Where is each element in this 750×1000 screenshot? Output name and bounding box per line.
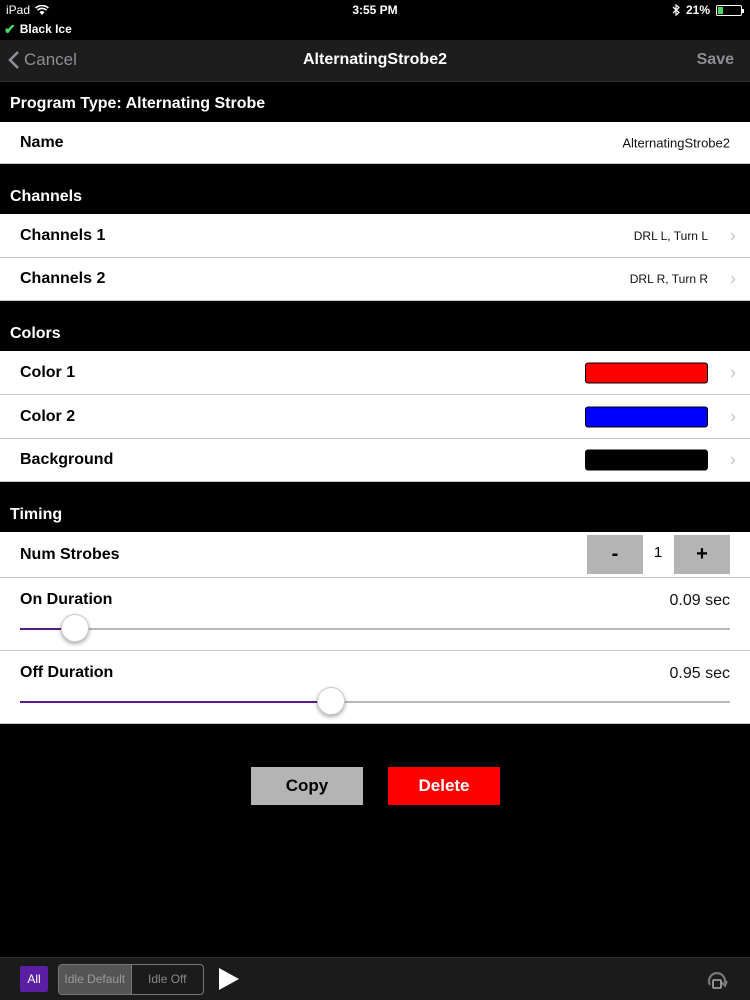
off-duration-label: Off Duration (20, 664, 114, 681)
color-2-swatch (585, 406, 708, 427)
channels-2-value: DRL R, Turn R (629, 272, 708, 286)
chevron-right-icon: › (730, 268, 736, 289)
copy-button[interactable]: Copy (251, 767, 363, 805)
page-title: AlternatingStrobe2 (302, 51, 447, 68)
chevron-right-icon: › (730, 225, 736, 245)
color-1-row[interactable]: Color 1 › (0, 351, 750, 395)
chevron-right-icon: › (730, 362, 736, 382)
bottom-toolbar: All Idle Default Idle Off (0, 957, 750, 1000)
save-button[interactable]: Save (697, 51, 734, 69)
background-swatch (585, 449, 708, 471)
chevron-right-icon: › (730, 449, 736, 470)
num-strobes-value: 1 (653, 544, 663, 561)
chevron-left-icon (8, 51, 19, 69)
delete-button[interactable]: Delete (388, 767, 500, 805)
idle-mode-segmented-control: Idle Default Idle Off (58, 964, 204, 995)
chevron-right-icon: › (730, 406, 736, 426)
off-duration-value: 0.95 sec (669, 665, 730, 682)
num-strobes-row: Num Strobes - 1 + (0, 532, 750, 578)
off-duration-slider-track[interactable] (20, 701, 730, 703)
name-label: Name (20, 133, 64, 151)
program-type-header: Program Type: Alternating Strobe (10, 95, 266, 112)
battery-percent: 21% (685, 3, 710, 17)
name-row[interactable]: Name AlternatingStrobe2 (0, 122, 750, 164)
connection-status: ✔ Black Ice (4, 21, 72, 37)
connected-device-name: Black Ice (19, 22, 72, 36)
background-label: Background (20, 451, 114, 468)
channels-1-label: Channels 1 (20, 226, 106, 244)
off-duration-slider-thumb[interactable] (316, 687, 345, 715)
bluetooth-icon (672, 4, 680, 16)
sync-icon[interactable] (704, 967, 730, 991)
on-duration-slider-thumb[interactable] (61, 614, 90, 642)
on-duration-label: On Duration (20, 591, 113, 608)
channels-2-row[interactable]: Channels 2 DRL R, Turn R › (0, 258, 750, 301)
checkmark-icon: ✔ (4, 20, 16, 37)
navigation-bar: Cancel AlternatingStrobe2 Save (0, 40, 750, 82)
status-bar: iPad 3:55 PM 21% (0, 0, 750, 20)
background-color-row[interactable]: Background › (0, 439, 750, 482)
battery-icon (716, 4, 744, 16)
idle-off-segment[interactable]: Idle Off (132, 965, 204, 994)
channels-header: Channels (10, 188, 83, 205)
channels-2-label: Channels 2 (20, 270, 106, 287)
num-strobes-label: Num Strobes (20, 545, 120, 563)
channels-1-value: DRL L, Turn L (633, 228, 708, 243)
increment-button[interactable]: + (674, 535, 730, 574)
color-1-swatch (585, 362, 708, 383)
color-2-label: Color 2 (20, 407, 76, 425)
color-2-row[interactable]: Color 2 › (0, 395, 750, 439)
colors-header: Colors (10, 325, 61, 342)
all-button[interactable]: All (20, 966, 48, 992)
off-duration-row: Off Duration 0.95 sec (0, 651, 750, 724)
status-time: 3:55 PM (352, 3, 398, 17)
on-duration-value: 0.09 sec (669, 592, 730, 609)
play-icon[interactable] (219, 968, 239, 990)
name-value: AlternatingStrobe2 (622, 135, 730, 150)
color-1-label: Color 1 (20, 363, 76, 381)
cancel-button[interactable]: Cancel (8, 50, 77, 70)
channels-1-row[interactable]: Channels 1 DRL L, Turn L › (0, 214, 750, 258)
cancel-label: Cancel (24, 50, 77, 69)
on-duration-slider-track[interactable] (20, 628, 730, 630)
on-duration-row: On Duration 0.09 sec (0, 578, 750, 651)
status-right: 21% (672, 3, 744, 17)
timing-header: Timing (10, 506, 63, 523)
decrement-button[interactable]: - (587, 535, 643, 574)
off-duration-slider-fill (20, 701, 331, 703)
battery-level (718, 6, 723, 14)
idle-default-segment[interactable]: Idle Default (59, 965, 132, 994)
